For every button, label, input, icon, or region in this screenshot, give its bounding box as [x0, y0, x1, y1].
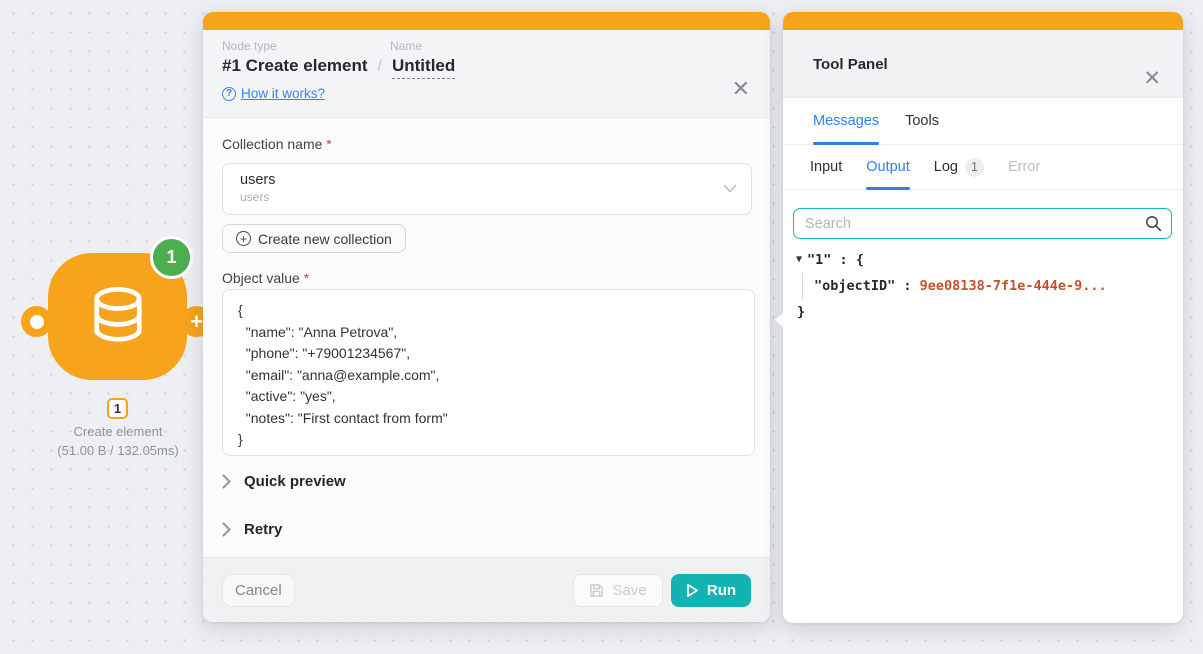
node-title: Create element: [18, 424, 218, 439]
search-box: [793, 208, 1173, 239]
panel-collapse-handle[interactable]: [775, 312, 784, 328]
close-icon[interactable]: ✕: [1143, 68, 1161, 89]
tree-child-value: 9ee08138-7f1e-444e-9...: [920, 278, 1107, 294]
json-output-tree: ▼ "1" : { "objectID" : 9ee08138-7f1e-444…: [793, 247, 1173, 325]
tool-panel-title: Tool Panel: [813, 56, 888, 73]
database-icon: [84, 283, 152, 351]
tool-panel-tabs: Messages Tools: [783, 98, 1183, 145]
search-icon: [1145, 215, 1162, 232]
node-number-badge: 1: [107, 398, 128, 419]
node-stats: (51.00 B / 132.05ms): [18, 443, 218, 458]
run-button[interactable]: Run: [671, 574, 751, 607]
tool-panel-accent-bar: [783, 12, 1183, 30]
required-asterisk: *: [326, 136, 331, 152]
tab-messages[interactable]: Messages: [813, 98, 879, 144]
node-name-editable[interactable]: Untitled: [392, 56, 455, 79]
quick-preview-section-toggle[interactable]: Quick preview: [222, 466, 752, 496]
node-type-value: #1 Create element: [222, 56, 368, 76]
chevron-down-icon: [723, 184, 737, 193]
log-count-badge: 1: [965, 158, 984, 177]
save-button[interactable]: Save: [573, 574, 663, 607]
title-separator: /: [378, 58, 382, 76]
subtab-input[interactable]: Input: [810, 145, 842, 189]
output-content: ▼ "1" : { "objectID" : 9ee08138-7f1e-444…: [783, 190, 1183, 325]
node-editor-panel: Node type Name #1 Create element / Untit…: [203, 12, 770, 622]
collection-name-label: Collection name *: [222, 136, 752, 152]
object-value-textarea[interactable]: { "name": "Anna Petrova", "phone": "+790…: [222, 289, 755, 456]
node-type-label: Node type: [222, 39, 390, 53]
tree-child-key: "objectID": [814, 278, 895, 294]
save-floppy-icon: [589, 583, 604, 598]
port-dot-icon: [30, 315, 44, 329]
tree-close-line: }: [793, 299, 1173, 325]
tool-panel: Tool Panel ✕ Messages Tools Input Output…: [783, 12, 1183, 623]
collection-selected-value: users: [240, 172, 737, 188]
object-value-label: Object value *: [222, 270, 752, 286]
editor-footer: Cancel Save Run: [203, 557, 770, 622]
collection-selected-subvalue: users: [240, 190, 737, 204]
required-asterisk: *: [304, 270, 309, 286]
message-subtabs: Input Output Log 1 Error: [783, 145, 1183, 190]
subtab-log[interactable]: Log 1: [934, 145, 984, 189]
plus-icon: +: [190, 311, 203, 333]
chevron-right-icon: [222, 474, 231, 489]
node-run-count-badge: 1: [150, 236, 193, 279]
question-circle-icon: ?: [222, 87, 236, 101]
editor-accent-bar: [203, 12, 770, 30]
tree-root-key: "1" : {: [807, 247, 864, 273]
create-new-collection-button[interactable]: + Create new collection: [222, 224, 406, 253]
subtab-error[interactable]: Error: [1008, 145, 1040, 189]
tab-tools[interactable]: Tools: [905, 98, 939, 144]
name-label: Name: [390, 39, 422, 53]
close-icon[interactable]: ✕: [732, 78, 750, 100]
how-it-works-link[interactable]: ? How it works?: [222, 86, 325, 101]
tool-panel-header: Tool Panel ✕: [783, 30, 1183, 98]
subtab-output[interactable]: Output: [866, 145, 910, 189]
editor-body: Collection name * users users + Create n…: [203, 136, 770, 544]
editor-header: Node type Name #1 Create element / Untit…: [203, 30, 770, 118]
search-input[interactable]: [793, 208, 1172, 239]
tree-root-line: ▼ "1" : {: [793, 247, 1173, 273]
retry-section-toggle[interactable]: Retry: [222, 514, 752, 544]
chevron-right-icon: [222, 522, 231, 537]
tree-child-line: "objectID" : 9ee08138-7f1e-444e-9...: [802, 273, 1173, 299]
collection-select[interactable]: users users: [222, 163, 752, 215]
cancel-button[interactable]: Cancel: [222, 574, 295, 607]
collapse-triangle-icon[interactable]: ▼: [796, 247, 802, 273]
plus-circle-icon: +: [236, 231, 251, 246]
play-icon: [686, 583, 699, 598]
